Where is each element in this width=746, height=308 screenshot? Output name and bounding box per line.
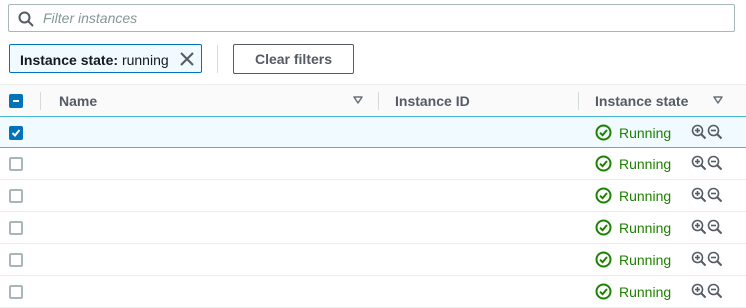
- column-divider: [578, 92, 579, 110]
- check-circle-icon: [595, 219, 612, 236]
- toolbar-divider: [217, 45, 218, 73]
- table-row[interactable]: Running: [0, 148, 746, 180]
- column-header-name[interactable]: Name: [59, 93, 97, 109]
- instance-state-label: Running: [619, 125, 672, 141]
- row-checkbox[interactable]: [9, 253, 23, 267]
- zoom-out-icon[interactable]: [707, 155, 723, 171]
- filter-instances-input[interactable]: [43, 7, 723, 29]
- close-icon[interactable]: [179, 51, 195, 67]
- instance-state-label: Running: [619, 188, 672, 204]
- instance-state-label: Running: [619, 252, 672, 268]
- zoom-in-icon[interactable]: [691, 187, 707, 203]
- filter-search-bar[interactable]: [8, 4, 735, 32]
- check-circle-icon: [595, 155, 612, 172]
- table-row[interactable]: Running: [0, 116, 746, 148]
- row-checkbox[interactable]: [9, 126, 23, 140]
- zoom-out-icon[interactable]: [707, 124, 723, 140]
- column-divider: [378, 92, 379, 110]
- row-checkbox[interactable]: [9, 221, 23, 235]
- instance-state-label: Running: [619, 156, 672, 172]
- table-row[interactable]: Running: [0, 180, 746, 212]
- instance-state-label: Running: [619, 220, 672, 236]
- zoom-out-icon[interactable]: [707, 283, 723, 299]
- zoom-out-icon[interactable]: [707, 251, 723, 267]
- zoom-in-icon[interactable]: [691, 219, 707, 235]
- check-circle-icon: [595, 187, 612, 204]
- table-header: Name Instance ID Instance state: [0, 84, 746, 116]
- caret-down-icon[interactable]: [353, 96, 363, 104]
- zoom-in-icon[interactable]: [691, 283, 707, 299]
- zoom-in-icon[interactable]: [691, 124, 707, 140]
- table-row[interactable]: Running: [0, 244, 746, 276]
- filter-token: Instance state: running: [9, 44, 202, 73]
- instance-state-label: Running: [619, 284, 672, 300]
- row-checkbox[interactable]: [9, 285, 23, 299]
- clear-filters-button[interactable]: Clear filters: [233, 44, 354, 74]
- table-row[interactable]: Running: [0, 212, 746, 244]
- column-divider: [40, 92, 41, 110]
- search-icon: [18, 11, 34, 27]
- zoom-in-icon[interactable]: [691, 155, 707, 171]
- select-all-checkbox[interactable]: [9, 94, 23, 108]
- table-row[interactable]: Running: [0, 276, 746, 308]
- caret-down-icon[interactable]: [713, 96, 723, 104]
- row-checkbox[interactable]: [9, 157, 23, 171]
- column-header-instance-state[interactable]: Instance state: [595, 93, 688, 109]
- filter-token-key: Instance state:: [20, 52, 119, 68]
- check-circle-icon: [595, 124, 612, 141]
- check-circle-icon: [595, 251, 612, 268]
- column-header-instance-id[interactable]: Instance ID: [395, 93, 470, 109]
- filter-token-value: running: [121, 52, 169, 68]
- filter-token-label: Instance state: running: [20, 52, 169, 68]
- zoom-out-icon[interactable]: [707, 187, 723, 203]
- zoom-in-icon[interactable]: [691, 251, 707, 267]
- zoom-out-icon[interactable]: [707, 219, 723, 235]
- row-checkbox[interactable]: [9, 189, 23, 203]
